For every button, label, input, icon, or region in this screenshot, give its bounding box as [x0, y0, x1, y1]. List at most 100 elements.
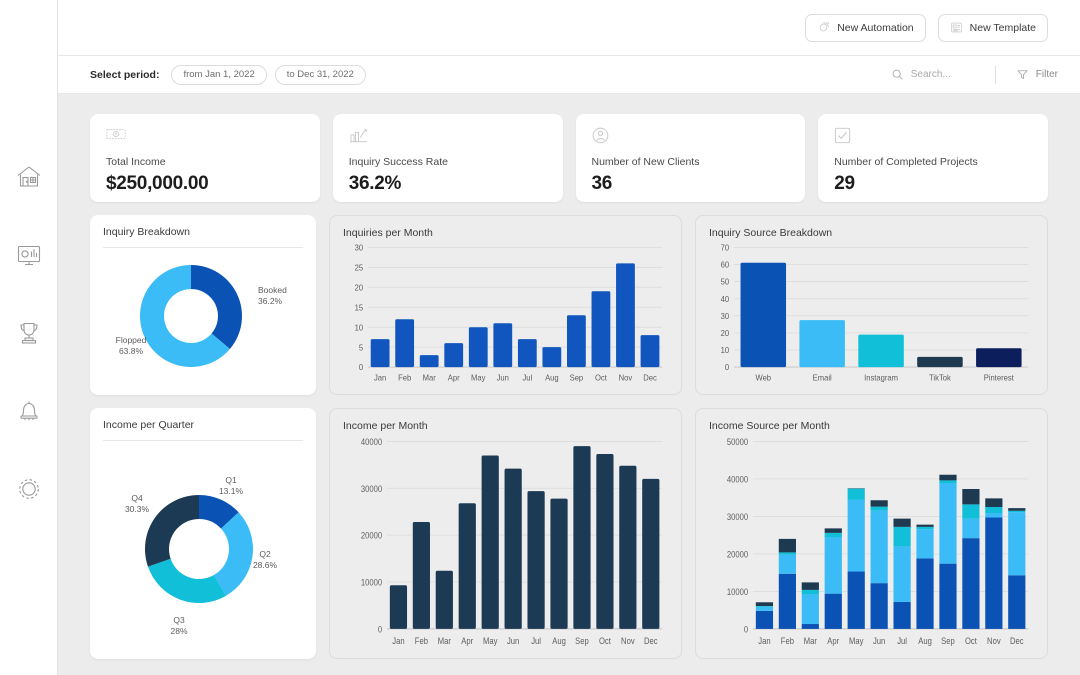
card-income-source-per-month: Income Source per Month 0 10000 20000 30000…: [695, 408, 1048, 659]
x-tick-label: Nov: [619, 373, 633, 382]
bar: [858, 334, 904, 368]
stacked-bar-segment: [1008, 575, 1026, 629]
chart-row-1: Inquiry Breakdown Booked 36.2% Flopped 63.8…: [90, 215, 1048, 395]
sidebar-item-dashboard[interactable]: [12, 238, 46, 272]
y-tick-label: 20: [355, 283, 364, 292]
x-tick-label: Apr: [461, 635, 473, 646]
bar: [566, 315, 586, 368]
bar: [370, 339, 390, 368]
x-tick-label: Jan: [374, 373, 386, 382]
bar: [527, 491, 545, 629]
sidebar-item-home[interactable]: [12, 160, 46, 194]
stacked-bar-segment: [755, 606, 774, 607]
bell-icon: [19, 401, 38, 421]
card-income-per-quarter: Income per Quarter Q1 13.1% Q2 28.6% Q3 28% Q4…: [90, 408, 316, 659]
bar: [435, 570, 453, 629]
donut-value: 36.2%: [258, 296, 283, 306]
x-tick-label: Pinterest: [984, 373, 1015, 382]
new-automation-button[interactable]: New Automation: [805, 13, 926, 42]
x-tick-label: Mar: [438, 635, 451, 646]
stacked-bar-segment: [893, 518, 911, 527]
monitor-chart-icon: [17, 245, 40, 266]
stacked-bar-segment: [1008, 510, 1026, 513]
x-tick-label: TikTok: [929, 373, 952, 382]
kpi-label: Inquiry Success Rate: [348, 156, 448, 168]
bar: [616, 263, 635, 368]
x-tick-label: Aug: [545, 373, 559, 382]
x-tick-label: Jun: [873, 635, 886, 646]
kpi-value: 29: [834, 173, 855, 194]
y-tick-label: 40000: [361, 436, 382, 447]
income-source-per-month-chart: 0 10000 20000 30000 40000 50000 Jan Feb Mar Apr Ma…: [709, 432, 1034, 650]
bar: [573, 446, 591, 629]
donut-label: Flopped: [116, 335, 147, 345]
stacked-bar-segment: [962, 504, 980, 519]
x-tick-label: Mar: [804, 635, 817, 646]
stacked-bar-segment: [893, 546, 911, 602]
stacked-bar-segment: [870, 583, 888, 629]
kpi-label: Number of Completed Projects: [834, 156, 978, 168]
income-per-quarter-donut: Q1 13.1% Q2 28.6% Q3 28% Q4 30.3%: [103, 441, 303, 648]
bar: [419, 355, 439, 368]
card-inquiry-source-breakdown: Inquiry Source Breakdown 0 10 20 30 40 50 60 70…: [695, 215, 1048, 395]
stacked-bar-segment: [962, 518, 980, 539]
stacked-bar-segment: [939, 563, 957, 629]
stacked-bar-segment: [939, 474, 957, 481]
bar: [642, 478, 660, 629]
date-from-field[interactable]: from Jan 1, 2022: [171, 64, 267, 85]
search-input[interactable]: Search...: [891, 68, 995, 81]
bar: [640, 335, 660, 368]
y-tick-label: 50000: [727, 436, 748, 447]
new-automation-label: New Automation: [837, 21, 914, 34]
x-tick-label: Apr: [448, 373, 460, 382]
stacked-bar-segment: [755, 610, 774, 629]
checkbox-icon: [834, 127, 1032, 147]
stacked-bar-segment: [985, 513, 1003, 518]
stacked-bar-segment: [1008, 508, 1026, 511]
bar: [468, 327, 488, 368]
bar: [504, 468, 522, 629]
filter-button[interactable]: Filter: [1016, 68, 1058, 81]
x-tick-label: Dec: [644, 635, 658, 646]
funnel-icon: [1017, 70, 1028, 80]
stacked-bar-segment: [778, 554, 796, 574]
sidebar-item-settings[interactable]: [12, 472, 46, 506]
automation-icon: [819, 22, 830, 32]
kpi-value: 36.2%: [348, 173, 402, 194]
stacked-bar-segment: [870, 506, 888, 511]
x-tick-label: Jan: [392, 635, 405, 646]
stacked-bar-segment: [778, 538, 796, 553]
inquiry-source-breakdown-chart: 0 10 20 30 40 50 60 70 Web Email Instagram TikTok Pi…: [709, 239, 1034, 386]
stacked-bar-segment: [893, 601, 911, 629]
donut-value: 28.6%: [253, 560, 278, 570]
stacked-bar-segment: [916, 526, 934, 530]
card-title: Income per Month: [343, 420, 428, 432]
x-tick-label: Jul: [897, 635, 907, 646]
x-tick-label: Oct: [595, 373, 608, 382]
inquiries-per-month-chart: 0 5 10 15 20 25 30 Jan Feb Mar Apr May Jun Jul Aug Sep O…: [343, 239, 668, 386]
y-tick-label: 30: [355, 243, 364, 252]
dashboard-app: New Automation New Template Select perio…: [0, 0, 1080, 675]
y-tick-label: 10000: [361, 577, 382, 588]
new-template-button[interactable]: New Template: [937, 13, 1048, 42]
date-to-field[interactable]: to Dec 31, 2022: [274, 64, 366, 85]
y-tick-label: 15: [355, 303, 364, 312]
x-tick-label: Oct: [965, 635, 977, 646]
x-tick-label: May: [849, 635, 864, 646]
sidebar-item-notifications[interactable]: [12, 394, 46, 428]
sidebar-item-achievements[interactable]: [12, 316, 46, 350]
sidebar: [0, 0, 58, 675]
bar-chart-icon: [349, 127, 547, 147]
stacked-bar-segment: [778, 552, 796, 555]
kpi-card-completed-projects: Number of Completed Projects 29: [818, 114, 1048, 202]
card-title: Income Source per Month: [709, 420, 830, 432]
y-tick-label: 20000: [727, 549, 748, 560]
donut-slice: [191, 265, 242, 349]
stacked-bar-segment: [755, 606, 774, 611]
y-tick-label: 60: [721, 260, 730, 269]
donut-label: Q2: [259, 549, 271, 559]
bar: [596, 454, 614, 629]
stacked-bar-segment: [870, 500, 888, 507]
donut-slice: [147, 558, 226, 603]
bar: [412, 522, 430, 629]
